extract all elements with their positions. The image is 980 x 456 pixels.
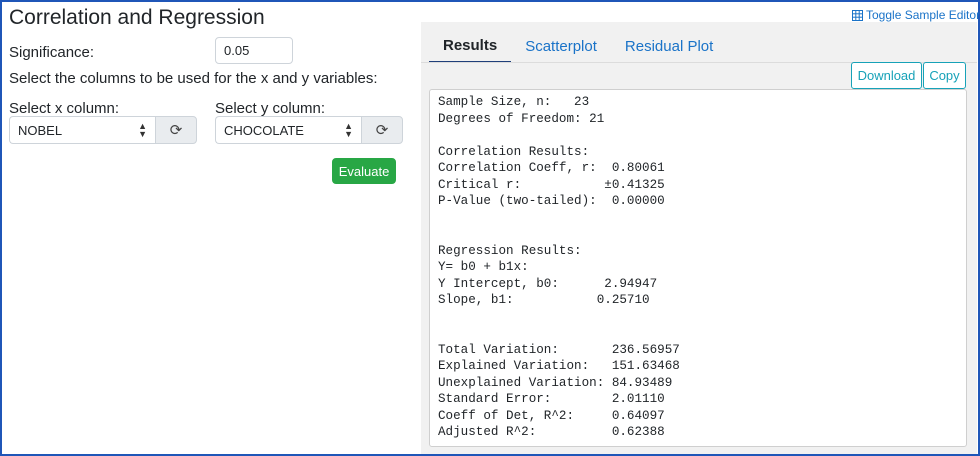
output-line: Y= b0 + b1x: xyxy=(438,260,529,274)
page-title: Correlation and Regression xyxy=(9,6,265,29)
chevron-updown-icon: ▲ ▼ xyxy=(344,121,353,139)
output-line: Slope, b1: 0.25710 xyxy=(438,293,650,307)
output-line: Unexplained Variation: 84.93489 xyxy=(438,375,673,390)
output-line: Sample Size, n: 23 xyxy=(438,95,590,109)
tab-results[interactable]: Results xyxy=(429,29,512,63)
x-column-group: NOBEL ▲ ▼ ⟳ xyxy=(9,116,197,144)
output-line: Correlation Coeff, r: 0.80061 xyxy=(438,161,665,175)
output-line: P-Value (two-tailed): 0.00000 xyxy=(438,194,665,208)
output-line: Standard Error: 2.01110 xyxy=(438,392,665,406)
output-line: Adjusted R^2: 0.62388 xyxy=(438,425,665,439)
refresh-icon: ⟳ xyxy=(375,122,389,139)
results-tabs: Results Scatterplot Residual Plot xyxy=(429,29,727,63)
tab-scatterplot[interactable]: Scatterplot xyxy=(511,29,611,63)
y-column-value: CHOCOLATE xyxy=(224,122,304,138)
chevron-updown-icon: ▲ ▼ xyxy=(138,121,147,139)
x-refresh-button[interactable]: ⟳ xyxy=(155,116,197,144)
toggle-sample-editor-label: Toggle Sample Editor xyxy=(866,8,980,22)
significance-label: Significance: xyxy=(9,44,95,61)
copy-button[interactable]: Copy xyxy=(923,62,966,89)
y-column-group: CHOCOLATE ▲ ▼ ⟳ xyxy=(215,116,403,144)
output-line: Critical r: ±0.41325 xyxy=(438,177,665,192)
toggle-sample-editor-link[interactable]: Toggle Sample Editor xyxy=(852,8,980,22)
results-output: Sample Size, n: 23 Degrees of Freedom: 2… xyxy=(429,89,967,447)
refresh-icon: ⟳ xyxy=(169,122,183,139)
output-line: Regression Results: xyxy=(438,243,582,258)
output-line: Explained Variation: 151.63468 xyxy=(438,359,680,373)
output-line: Correlation Results: xyxy=(438,144,590,159)
x-column-value: NOBEL xyxy=(18,122,63,138)
output-line: Total Variation: 236.56957 xyxy=(438,342,680,357)
y-refresh-button[interactable]: ⟳ xyxy=(361,116,403,144)
output-line: Y Intercept, b0: 2.94947 xyxy=(438,276,658,291)
x-column-select[interactable]: NOBEL ▲ ▼ xyxy=(9,116,155,144)
evaluate-button[interactable]: Evaluate xyxy=(332,158,396,184)
download-button[interactable]: Download xyxy=(851,62,922,89)
output-line: Coeff of Det, R^2: 0.64097 xyxy=(438,408,665,423)
y-column-label: Select y column: xyxy=(215,100,326,117)
output-line: Degrees of Freedom: 21 xyxy=(438,111,605,126)
x-column-label: Select x column: xyxy=(9,100,120,117)
columns-prompt: Select the columns to be used for the x … xyxy=(9,70,378,87)
y-column-select[interactable]: CHOCOLATE ▲ ▼ xyxy=(215,116,361,144)
significance-input[interactable] xyxy=(215,37,293,64)
table-icon xyxy=(852,9,863,21)
tab-residual-plot[interactable]: Residual Plot xyxy=(611,29,727,63)
